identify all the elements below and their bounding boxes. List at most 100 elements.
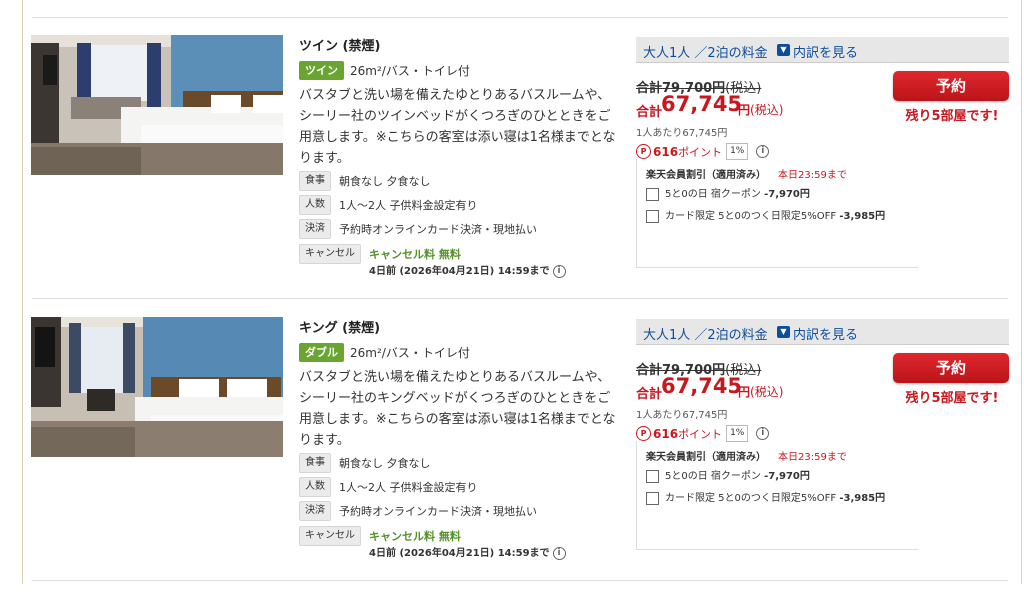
breakdown-link[interactable]: 内訳を見る: [793, 42, 858, 61]
sale-yen: 円: [738, 103, 751, 117]
cancel-deadline-text: 4日前 (2026年04月21日) 14:59まで: [369, 266, 550, 277]
cancel-deadline: 4日前 (2026年04月21日) 14:59まで i: [369, 262, 566, 278]
meal-tag: 食事: [299, 170, 331, 191]
points-amount: 616: [653, 426, 679, 441]
coupon-row: 5と0の日 宿クーポン -7,970円: [646, 187, 810, 203]
sale-price-tail: 円(税込): [738, 383, 783, 400]
coupon-amount: -7,970円: [764, 471, 810, 482]
points-amount: 616: [653, 144, 679, 159]
sale-tax: (税込): [750, 103, 784, 117]
room-photo[interactable]: [31, 35, 283, 175]
cancel-deadline-text: 4日前 (2026年04月21日) 14:59まで: [369, 548, 550, 559]
sale-label: 合計: [636, 105, 663, 120]
cancel-tag: キャンセル: [299, 525, 361, 546]
meal-row: 食事 朝食なし 夕食なし: [299, 452, 431, 473]
payment-tag: 決済: [299, 218, 331, 239]
coupon-row: 5と0の日 宿クーポン -7,970円: [646, 469, 810, 485]
point-rate-badge: 1%: [726, 425, 749, 442]
price-header: 大人1人 ／2泊の料金 ▼ 内訳を見る: [636, 37, 1009, 63]
discount-box: 楽天会員割引（適用済み） 本日23:59まで 5と0の日 宿クーポン -7,97…: [636, 441, 918, 550]
member-discount-label: 楽天会員割引（適用済み）: [646, 452, 766, 463]
cancel-deadline: 4日前 (2026年04月21日) 14:59まで i: [369, 544, 566, 560]
reserve-button[interactable]: 予約: [893, 353, 1009, 383]
payment-tag: 決済: [299, 500, 331, 521]
per-person-price: 1人あたり67,745円: [636, 410, 728, 421]
points-value: 616ポイント: [653, 426, 722, 442]
meal-value: 朝食なし 夕食なし: [339, 456, 431, 470]
rooms-left-notice: 残り5部屋です!: [905, 391, 999, 406]
room-photo[interactable]: [31, 317, 283, 457]
sale-label: 合計: [636, 387, 663, 402]
member-discount-label: 楽天会員割引（適用済み）: [646, 170, 766, 181]
payment-row: 決済 予約時オンラインカード決済・現地払い: [299, 500, 537, 521]
coupon-icon: [646, 491, 659, 505]
coupon-label: 5と0の日 宿クーポン: [665, 189, 761, 200]
coupon-row: カード限定 5と0のつく日限定5%OFF -3,985円: [646, 209, 885, 225]
coupon-icon: [646, 209, 659, 223]
info-icon[interactable]: i: [756, 427, 770, 440]
info-icon[interactable]: i: [552, 264, 566, 278]
price-header-label: 大人1人 ／2泊の料金: [643, 328, 768, 343]
meal-row: 食事 朝食なし 夕食なし: [299, 170, 431, 191]
divider: [32, 17, 1008, 18]
room-description: バスタブと洗い場を備えたゆとりあるバスルームや、シーリー社のツインベッドがくつろ…: [299, 88, 616, 166]
payment-value: 予約時オンラインカード決済・現地払い: [339, 504, 537, 518]
point-rate-badge: 1%: [726, 143, 749, 160]
room-title[interactable]: キング (禁煙): [299, 317, 380, 336]
coupon-amount: -3,985円: [839, 493, 886, 504]
coupon-icon: [646, 469, 659, 483]
per-person-price: 1人あたり67,745円: [636, 128, 728, 139]
cancel-row: キャンセル キャンセル料 無料: [299, 525, 461, 546]
sale-price: 67,745: [661, 92, 743, 116]
room-title[interactable]: ツイン (禁煙): [299, 35, 380, 54]
payment-value: 予約時オンラインカード決済・現地払い: [339, 222, 537, 236]
room-type-badge: ツイン: [299, 61, 344, 80]
room-size: 26m²/バス・トイレ付: [350, 64, 470, 78]
people-value: 1人～2人 子供料金設定有り: [339, 198, 478, 212]
price-header: 大人1人 ／2泊の料金 ▼ 内訳を見る: [636, 319, 1009, 345]
points-row: P 616ポイント 1% i: [636, 423, 770, 442]
coupon-row: カード限定 5と0のつく日限定5%OFF -3,985円: [646, 491, 885, 507]
member-discount-deadline: 本日23:59まで: [778, 452, 847, 463]
rooms-left-notice: 残り5部屋です!: [905, 109, 999, 124]
reserve-button[interactable]: 予約: [893, 71, 1009, 101]
chevron-down-icon[interactable]: ▼: [777, 326, 790, 338]
info-icon[interactable]: i: [756, 145, 770, 158]
people-row: 人数 1人～2人 子供料金設定有り: [299, 194, 478, 215]
coupon-label: カード限定 5と0のつく日限定5%OFF: [665, 493, 837, 504]
points-row: P 616ポイント 1% i: [636, 141, 770, 160]
people-tag: 人数: [299, 476, 331, 497]
room-card-king: キング (禁煙) ダブル 26m²/バス・トイレ付 バスタブと洗い場を備えたゆと…: [0, 317, 1024, 599]
points-suffix: ポイント: [678, 427, 723, 441]
coupon-label: カード限定 5と0のつく日限定5%OFF: [665, 211, 837, 222]
payment-row: 決済 予約時オンラインカード決済・現地払い: [299, 218, 537, 239]
coupon-icon: [646, 187, 659, 201]
coupon-label: 5と0の日 宿クーポン: [665, 471, 761, 482]
points-suffix: ポイント: [678, 145, 723, 159]
coupon-amount: -3,985円: [839, 211, 886, 222]
points-icon: P: [636, 144, 651, 159]
cancel-tag: キャンセル: [299, 243, 361, 264]
people-row: 人数 1人～2人 子供料金設定有り: [299, 476, 478, 497]
people-value: 1人～2人 子供料金設定有り: [339, 480, 478, 494]
people-tag: 人数: [299, 194, 331, 215]
member-discount-deadline: 本日23:59まで: [778, 170, 847, 181]
room-size: 26m²/バス・トイレ付: [350, 346, 470, 360]
meal-tag: 食事: [299, 452, 331, 473]
sale-price: 67,745: [661, 374, 743, 398]
room-description: バスタブと洗い場を備えたゆとりあるバスルームや、シーリー社のキングベッドがくつろ…: [299, 370, 616, 448]
room-card-twin: ツイン (禁煙) ツイン 26m²/バス・トイレ付 バスタブと洗い場を備えたゆと…: [0, 35, 1024, 317]
sale-price-tail: 円(税込): [738, 101, 783, 118]
points-value: 616ポイント: [653, 144, 722, 160]
sale-tax: (税込): [750, 385, 784, 399]
discount-box: 楽天会員割引（適用済み） 本日23:59まで 5と0の日 宿クーポン -7,97…: [636, 159, 918, 268]
sale-yen: 円: [738, 385, 751, 399]
cancel-row: キャンセル キャンセル料 無料: [299, 243, 461, 264]
meal-value: 朝食なし 夕食なし: [339, 174, 431, 188]
points-icon: P: [636, 426, 651, 441]
chevron-down-icon[interactable]: ▼: [777, 44, 790, 56]
info-icon[interactable]: i: [552, 546, 566, 560]
cancel-free-text: キャンセル料 無料: [369, 529, 461, 543]
breakdown-link[interactable]: 内訳を見る: [793, 324, 858, 343]
coupon-amount: -7,970円: [764, 189, 810, 200]
